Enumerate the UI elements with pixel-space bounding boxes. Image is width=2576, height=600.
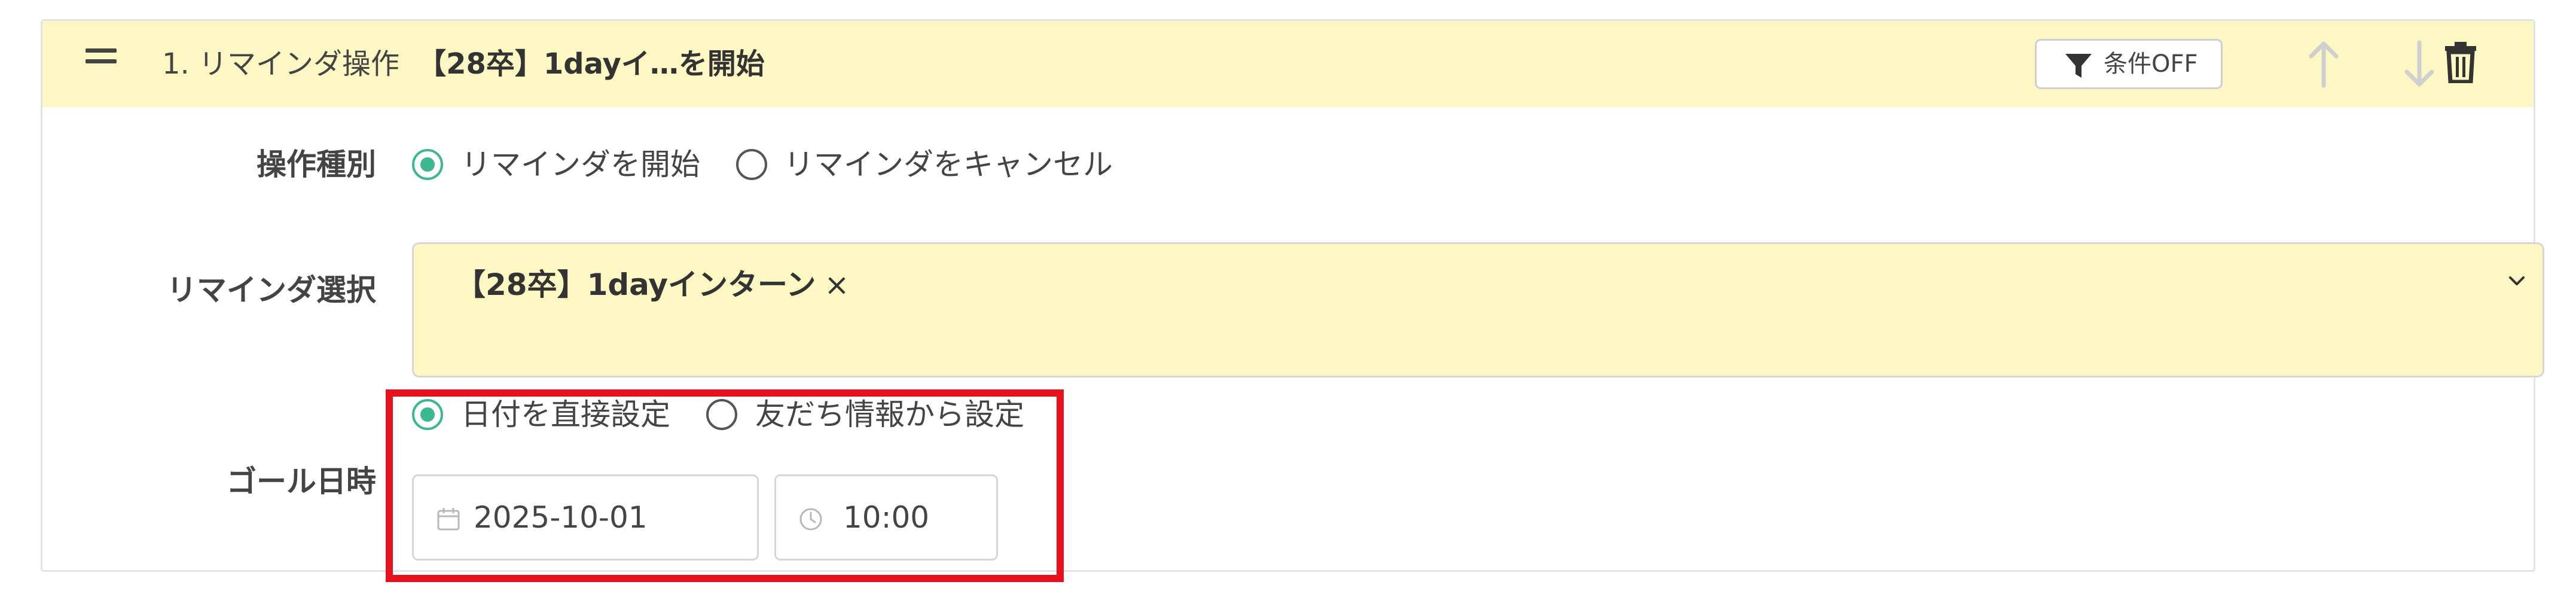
reminder-operation-card: 1. リマインダ操作 【28卒】1dayイ…を開始 条件OFF 操作種別 リマイン… [41, 19, 2544, 582]
time-input[interactable]: 10:00 [774, 474, 998, 561]
condition-toggle-label: 条件OFF [2104, 50, 2198, 78]
reminder-select[interactable]: 【28卒】1dayインターン × [412, 242, 2544, 377]
reminder-select-label: リマインダ選択 [167, 273, 376, 307]
clock-icon [799, 508, 822, 531]
trash-icon[interactable] [2444, 41, 2477, 83]
condition-toggle-button[interactable]: 条件OFF [2035, 39, 2223, 89]
radio-cancel-reminder-label[interactable]: リマインダをキャンセル [784, 147, 1113, 182]
date-value: 2025-10-01 [474, 500, 648, 535]
goal-datetime-label: ゴール日時 [227, 464, 376, 499]
card-title: 1. リマインダ操作 【28卒】1dayイ…を開始 [162, 42, 765, 86]
card-title-prefix: 1. リマインダ操作 [162, 47, 400, 81]
date-input[interactable]: 2025-10-01 [412, 474, 759, 561]
card-title-name: 【28卒】1dayイ…を開始 [417, 47, 765, 81]
drag-handle-icon[interactable] [86, 48, 117, 66]
card-header: 1. リマインダ操作 【28卒】1dayイ…を開始 条件OFF [42, 21, 2534, 107]
radio-start-reminder-label[interactable]: リマインダを開始 [461, 147, 700, 182]
radio-direct-date-label[interactable]: 日付を直接設定 [461, 397, 670, 433]
radio-direct-date[interactable] [412, 399, 443, 430]
arrow-up-icon[interactable] [2308, 40, 2340, 88]
arrow-down-icon[interactable] [2403, 40, 2435, 88]
radio-from-friend-info-label[interactable]: 友だち情報から設定 [755, 397, 1024, 433]
chevron-down-icon[interactable] [2508, 275, 2526, 287]
radio-from-friend-info[interactable] [706, 399, 737, 430]
radio-cancel-reminder[interactable] [736, 149, 767, 180]
time-value: 10:00 [843, 500, 930, 535]
operation-type-label: 操作種別 [257, 147, 376, 182]
filter-icon [2065, 54, 2092, 78]
selected-reminder-text: 【28卒】1dayインターン [456, 267, 816, 302]
radio-start-reminder[interactable] [412, 149, 443, 180]
selected-reminder-chip: 【28卒】1dayインターン × [456, 267, 849, 303]
remove-chip-icon[interactable]: × [824, 267, 849, 302]
calendar-icon [437, 508, 460, 531]
